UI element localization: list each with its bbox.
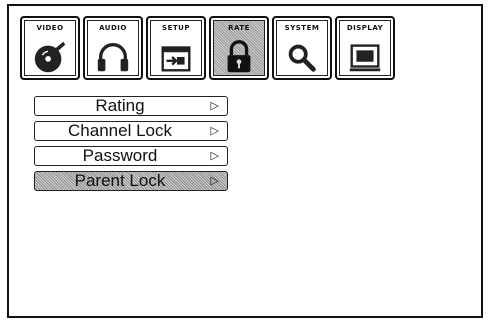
arrow-right-icon: ▷ <box>210 150 219 162</box>
tab-setup-label: SETUP <box>162 24 190 32</box>
tab-rate-label: RATE <box>228 24 250 32</box>
category-tabs: VIDEO AUDIO SETUP RATE SYSTEM DISPLAY <box>20 16 395 80</box>
menu-item-password[interactable]: Password ▷ <box>34 146 228 166</box>
arrow-right-icon: ▷ <box>210 125 219 137</box>
magnifier-icon <box>288 44 316 72</box>
tab-audio-label: AUDIO <box>99 24 127 32</box>
osd-menu-screen: VIDEO AUDIO SETUP RATE SYSTEM DISPLAY Ra… <box>7 4 483 318</box>
tab-video[interactable]: VIDEO <box>20 16 80 80</box>
menu-item-parent-lock[interactable]: Parent Lock ▷ <box>34 171 228 191</box>
menu-item-rating[interactable]: Rating ▷ <box>34 96 228 116</box>
menu-item-label: Parent Lock <box>74 171 166 190</box>
video-disc-icon <box>34 41 66 73</box>
arrow-right-icon: ▷ <box>210 100 219 112</box>
tab-audio[interactable]: AUDIO <box>83 16 143 80</box>
tab-video-label: VIDEO <box>36 24 64 32</box>
setup-plug-icon <box>161 46 191 72</box>
monitor-icon <box>349 44 381 72</box>
rate-submenu: Rating ▷ Channel Lock ▷ Password ▷ Paren… <box>34 96 228 191</box>
tab-system-label: SYSTEM <box>284 24 320 32</box>
tab-setup[interactable]: SETUP <box>146 16 206 80</box>
arrow-right-icon: ▷ <box>210 175 219 187</box>
tab-display[interactable]: DISPLAY <box>335 16 395 80</box>
tab-display-label: DISPLAY <box>346 24 384 32</box>
tab-rate[interactable]: RATE <box>209 16 269 80</box>
menu-item-label: Password <box>82 146 158 165</box>
menu-item-label: Rating <box>95 96 145 115</box>
menu-item-label: Channel Lock <box>68 121 172 140</box>
padlock-icon <box>227 40 251 73</box>
headphones-icon <box>97 42 129 72</box>
menu-item-channel-lock[interactable]: Channel Lock ▷ <box>34 121 228 141</box>
tab-system[interactable]: SYSTEM <box>272 16 332 80</box>
